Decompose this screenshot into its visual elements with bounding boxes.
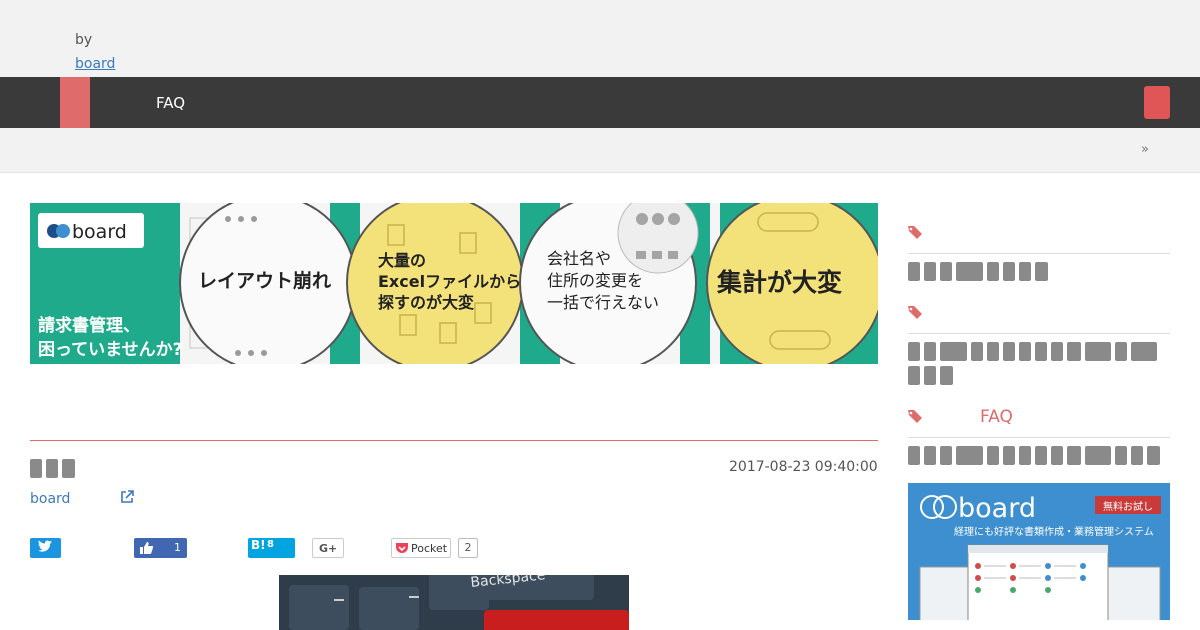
board-site-link[interactable]: board [75,56,115,72]
bubble-address-2: 住所の変更を [547,271,643,290]
bubble-excel-2: Excelファイルから [378,272,521,291]
sidebar-placeholder-char [1147,446,1160,465]
hero-tagline-2: 困っていませんか? [38,340,183,360]
hero-brand: board [72,221,127,243]
sidebar-placeholder-char [1131,342,1157,361]
facebook-like-button[interactable]: 1 [134,538,187,558]
ad-trial-label: 無料お試し [1103,500,1153,513]
sidebar-placeholder-char [924,366,936,385]
sidebar-placeholder-char [1051,342,1063,361]
sidebar-placeholder-char [940,262,952,281]
sidebar-placeholder-char [1085,342,1111,361]
nav-home-marker[interactable] [60,77,90,128]
pocket-count: 2 [458,538,478,558]
sidebar-placeholder-char [1067,446,1081,465]
sidebar-placeholder-char [1035,262,1048,281]
sidebar-placeholder-char [956,262,983,281]
article-divider [30,440,878,441]
tag-icon [908,226,922,239]
tag-icon [908,410,922,423]
google-plus-button[interactable]: G+ [312,538,344,558]
bubble-excel-3: 探すのが大変 [378,293,474,312]
sidebar-placeholder-char [1035,446,1047,465]
sidebar-placeholder-char [924,342,936,361]
keyboard-image: Backspace [279,575,629,630]
site-header: by board [0,0,1200,77]
sidebar-placeholder-char [1035,342,1047,361]
sidebar-placeholder-char [1003,262,1015,281]
sidebar-placeholder-char [1131,446,1143,465]
breadcrumb: » [0,128,1200,173]
hatena-label: B! [251,538,266,552]
ad-illustration: board 無料お試し 経理にも好評な書類作成・業務管理システム [919,493,1161,620]
pocket-button[interactable]: Pocket [391,538,451,558]
title-placeholder-char [46,459,58,478]
sidebar-placeholder-char [1019,262,1031,281]
article-author-link[interactable]: board [30,491,70,507]
sidebar-faq-link[interactable]: FAQ [980,407,1013,427]
breadcrumb-separator: » [1141,142,1149,157]
sidebar-placeholder-char [924,262,936,281]
ad-brand: board [958,493,1036,524]
sidebar-placeholder-char [956,446,983,465]
sidebar-placeholder-char [1085,446,1111,465]
twitter-share-button[interactable] [30,538,61,558]
sidebar-placeholder-char [1019,342,1031,361]
bubble-total: 集計が大変 [716,268,842,297]
hero-illustration: board 請求書管理、 困っていませんか? レイアウト崩れ 大量の Excel… [38,203,878,364]
pocket-label: Pocket [411,542,448,555]
sidebar-placeholder-char [908,446,920,465]
main-navbar: FAQ [0,77,1200,128]
hatena-bookmark-button[interactable]: B! 8 [248,538,295,558]
sidebar-placeholder-char [1115,446,1127,465]
sidebar-placeholder-char [971,342,983,361]
hatena-count: 8 [267,539,274,550]
sidebar-placeholder-char [987,342,999,361]
pocket-icon [396,543,408,553]
sidebar-divider [908,437,1170,438]
tag-icon [908,306,922,319]
sidebar-placeholder-char [908,262,920,281]
ad-tagline: 経理にも好評な書類作成・業務管理システム [954,525,1154,538]
sidebar-placeholder-char [908,342,920,361]
sidebar-placeholder-char [940,446,952,465]
sidebar-ad-banner[interactable]: board 無料お試し 経理にも好評な書類作成・業務管理システム [908,483,1170,620]
sidebar-placeholder-char [908,366,920,385]
byline-label: by [75,32,93,48]
sidebar-placeholder-char [987,262,999,281]
bubble-excel-1: 大量の [378,251,426,270]
sidebar-placeholder-char [1019,446,1031,465]
menu-button[interactable] [1144,86,1170,119]
sidebar-placeholder-char [1003,446,1015,465]
sidebar-divider [908,333,1170,334]
external-link-icon[interactable] [120,490,134,504]
title-placeholder-char [62,459,75,478]
sidebar-divider [908,253,1170,254]
sidebar-placeholder-char [1051,446,1063,465]
hero-banner[interactable]: board 請求書管理、 困っていませんか? レイアウト崩れ 大量の Excel… [30,203,878,364]
google-plus-label: G+ [319,542,338,555]
title-placeholder-char [30,459,42,478]
sidebar-placeholder-char [924,446,936,465]
bubble-address-1: 会社名や [547,249,611,268]
sidebar-placeholder-char [940,342,967,361]
sidebar-placeholder-char [1115,342,1127,361]
hero-tagline-1: 請求書管理、 [38,315,140,336]
article-image: Backspace [279,575,629,630]
nav-item-faq[interactable]: FAQ [156,94,185,112]
article-date: 2017-08-23 09:40:00 [729,459,878,475]
bubble-layout: レイアウト崩れ [198,269,331,292]
twitter-icon [38,540,52,552]
facebook-count: 1 [174,541,181,554]
sidebar-placeholder-char [987,446,999,465]
bubble-address-3: 一括で行えない [547,293,659,312]
sidebar-placeholder-char [940,366,953,385]
sidebar-placeholder-char [1003,342,1015,361]
sidebar-placeholder-char [1067,342,1081,361]
